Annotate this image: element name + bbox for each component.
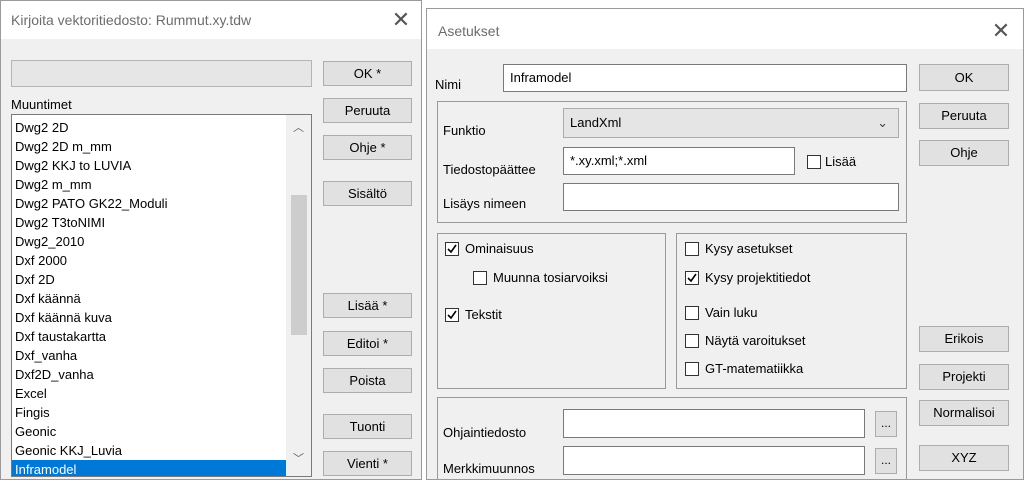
close-icon[interactable]: ✕ [381, 5, 421, 35]
list-item[interactable]: Dxf 2000 [12, 251, 286, 270]
chevron-down-icon: ⌄ [877, 115, 888, 130]
scroll-thumb[interactable] [291, 195, 307, 335]
dialog-title: Kirjoita vektoritiedosto: Rummut.xy.tdw [11, 12, 252, 28]
function-value: LandXml [570, 115, 622, 130]
show-warnings-checkbox[interactable] [685, 334, 699, 348]
add-extension-checkbox[interactable] [807, 155, 821, 169]
list-item[interactable]: Dwg2 2D [12, 118, 286, 137]
add-button[interactable]: Lisää * [323, 293, 412, 318]
normalize-button[interactable]: Normalisoi [919, 400, 1009, 426]
list-item[interactable]: Dxf 2D [12, 270, 286, 289]
add-extension-label: Lisää [825, 154, 857, 169]
list-label: Muuntimet [11, 97, 72, 112]
convert-real-values-label: Muunna tosiarvoiksi [493, 270, 608, 285]
ask-settings-checkbox[interactable] [685, 242, 699, 256]
gt-math-label: GT-matematiikka [705, 361, 804, 376]
list-item[interactable]: Dxf taustakartta [12, 327, 286, 346]
scroll-up-icon[interactable]: ︿ [286, 119, 311, 137]
char-conversion-browse-button[interactable]: ... [875, 448, 897, 474]
scrollbar[interactable]: ︿ ﹀ [286, 115, 311, 476]
help-button[interactable]: Ohje * [323, 135, 412, 160]
function-label: Funktio [443, 123, 486, 138]
convert-real-values-checkbox[interactable] [473, 271, 487, 285]
control-file-label: Ohjaintiedosto [443, 425, 527, 440]
dialog-title: Asetukset [438, 23, 500, 39]
read-only-label: Vain luku [705, 305, 758, 320]
list-item[interactable]: Dwg2 KKJ to LUVIA [12, 156, 286, 175]
ok-button[interactable]: OK [919, 64, 1009, 91]
special-button[interactable]: Erikois [919, 326, 1009, 352]
function-dropdown[interactable]: LandXml ⌄ [563, 108, 899, 138]
attributes-label: Ominaisuus [465, 241, 534, 256]
list-item[interactable]: Excel [12, 384, 286, 403]
list-item[interactable]: Fingis [12, 403, 286, 422]
list-item[interactable]: Dxf käännä [12, 289, 286, 308]
list-item[interactable]: Dwg2 2D m_mm [12, 137, 286, 156]
cancel-button[interactable]: Peruuta [919, 103, 1009, 129]
extension-label: Tiedostopäättee [443, 162, 536, 177]
list-item[interactable]: Geonic KKJ_Luvia [12, 441, 286, 460]
name-label: Nimi [435, 77, 461, 92]
titlebar: Kirjoita vektoritiedosto: Rummut.xy.tdw … [1, 1, 421, 39]
edit-button[interactable]: Editoi * [323, 331, 412, 356]
add-to-name-field[interactable] [563, 183, 899, 211]
list-item[interactable]: Inframodel [12, 460, 286, 476]
list-item[interactable]: Dxf käännä kuva [12, 308, 286, 327]
char-conversion-field[interactable] [563, 446, 865, 475]
name-field[interactable]: Inframodel [503, 64, 907, 92]
import-button[interactable]: Tuonti [323, 414, 412, 439]
ask-project-label: Kysy projektitiedot [705, 270, 811, 285]
list-item[interactable]: Dwg2 m_mm [12, 175, 286, 194]
ok-button[interactable]: OK * [323, 61, 412, 86]
gt-math-checkbox[interactable] [685, 362, 699, 376]
texts-label: Tekstit [465, 307, 502, 322]
contents-button[interactable]: Sisältö [323, 181, 412, 206]
read-only-checkbox[interactable] [685, 306, 699, 320]
list-item[interactable]: Dwg2_2010 [12, 232, 286, 251]
extension-field[interactable]: *.xy.xml;*.xml [563, 147, 795, 175]
add-to-name-label: Lisäys nimeen [443, 196, 527, 211]
attributes-checkbox[interactable] [445, 242, 459, 256]
list-items: Dwg2 2D Dwg2 2D m_mm Dwg2 KKJ to LUVIA Dwg2… [12, 118, 286, 476]
list-item[interactable]: Geonic [12, 422, 286, 441]
titlebar: Asetukset ✕ [427, 9, 1023, 49]
control-file-browse-button[interactable]: ... [875, 411, 897, 437]
texts-checkbox[interactable] [445, 308, 459, 322]
close-icon[interactable]: ✕ [981, 16, 1021, 46]
control-file-field[interactable] [563, 409, 865, 438]
list-item[interactable]: Dwg2 PATO GK22_Moduli [12, 194, 286, 213]
converter-dialog: Kirjoita vektoritiedosto: Rummut.xy.tdw … [0, 0, 422, 480]
xyz-button[interactable]: XYZ [919, 445, 1009, 471]
scroll-down-icon[interactable]: ﹀ [286, 450, 311, 468]
cancel-button[interactable]: Peruuta [323, 98, 412, 123]
list-item[interactable]: Dwg2 T3toNIMI [12, 213, 286, 232]
list-item[interactable]: Dxf_vanha [12, 346, 286, 365]
char-conversion-label: Merkkimuunnos [443, 461, 535, 476]
ask-settings-label: Kysy asetukset [705, 241, 793, 256]
ask-project-checkbox[interactable] [685, 271, 699, 285]
project-button[interactable]: Projekti [919, 364, 1009, 390]
help-button[interactable]: Ohje [919, 140, 1009, 166]
export-button[interactable]: Vienti * [323, 451, 412, 476]
delete-button[interactable]: Poista [323, 368, 412, 393]
show-warnings-label: Näytä varoitukset [705, 333, 806, 348]
list-item[interactable]: Dxf2D_vanha [12, 365, 286, 384]
status-field [11, 60, 312, 87]
settings-dialog: Asetukset ✕ Nimi Inframodel Funktio Land… [426, 8, 1024, 480]
converter-list[interactable]: Dwg2 2D Dwg2 2D m_mm Dwg2 KKJ to LUVIA Dwg2… [11, 114, 312, 477]
